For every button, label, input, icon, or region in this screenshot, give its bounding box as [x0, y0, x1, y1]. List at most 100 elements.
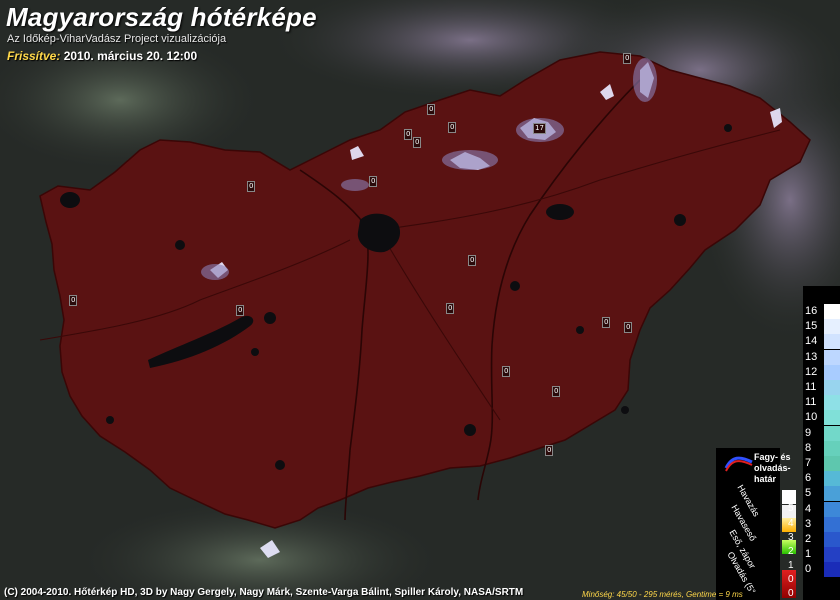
scale-value: 11	[805, 396, 817, 409]
station-marker[interactable]: 0	[468, 255, 477, 266]
station-marker[interactable]: 0	[446, 303, 455, 314]
page-subtitle: Az Időkép-ViharVadász Project vizualizác…	[7, 33, 227, 45]
scale-swatch	[824, 334, 840, 350]
scale-swatch	[824, 319, 840, 335]
scale-value: 10	[805, 411, 818, 424]
city	[175, 240, 185, 250]
updated-label: Frissítve:	[7, 49, 61, 63]
scale-row: 6	[803, 471, 840, 487]
scale-row: 4	[803, 501, 840, 517]
scale-swatch	[824, 364, 840, 380]
scale-value: 1	[805, 548, 812, 561]
station-marker[interactable]: 0	[404, 129, 413, 140]
scale-value: 4	[805, 502, 812, 515]
station-marker[interactable]: 0	[427, 104, 436, 115]
legend-num: 5	[788, 490, 794, 501]
city	[106, 416, 114, 424]
scale-swatch	[824, 562, 840, 578]
scale-row: 11	[803, 395, 840, 411]
scale-row: 2	[803, 532, 840, 547]
legend-num: 0	[788, 574, 794, 585]
map-stage: Magyarország hótérképe Az Időkép-ViharVa…	[0, 0, 840, 600]
city	[576, 326, 584, 334]
credits-text: (C) 2004-2010. Hőtérkép HD, 3D by Nagy G…	[4, 587, 524, 598]
scale-row: 7	[803, 456, 840, 471]
station-marker[interactable]: 0	[602, 317, 611, 328]
scale-swatch	[824, 456, 840, 471]
scale-value: 15	[805, 320, 818, 333]
city	[674, 214, 686, 226]
scale-row: 14	[803, 334, 840, 350]
snow-depth-scale: 16 15 14 13 12 11 11 10 9 8 7 6 5 4 3 2 1 0	[803, 286, 840, 600]
scale-value: 3	[805, 517, 812, 530]
scale-row: 8	[803, 440, 840, 456]
station-marker[interactable]: 0	[623, 53, 632, 64]
scale-swatch	[824, 410, 840, 426]
station-marker[interactable]: 0	[247, 181, 256, 192]
scale-value: 0	[805, 563, 812, 576]
station-marker[interactable]: 0	[413, 137, 422, 148]
station-marker[interactable]: 0	[69, 295, 78, 306]
legend-num: 0	[788, 588, 794, 599]
station-marker[interactable]: 0	[236, 305, 245, 316]
scale-row: 12	[803, 364, 840, 380]
legend-num: 4	[788, 518, 794, 529]
scale-value: 6	[805, 472, 812, 485]
scale-row: 1	[803, 547, 840, 563]
city	[275, 460, 285, 470]
scale-row: 0	[803, 562, 840, 578]
station-marker[interactable]: 0	[502, 366, 511, 377]
updated-value: 2010. március 20. 12:00	[63, 49, 198, 63]
city	[251, 348, 259, 356]
scale-value: 2	[805, 533, 812, 545]
legend-num: 1	[788, 560, 794, 571]
scale-value: 5	[805, 487, 812, 500]
station-marker[interactable]: 0	[369, 176, 378, 187]
legend-num: 2	[788, 546, 794, 557]
scale-row: 3	[803, 516, 840, 532]
scale-value: 7	[805, 457, 812, 469]
legend-num: 3	[788, 532, 794, 543]
scale-value: 11	[805, 381, 817, 393]
scale-swatch	[824, 516, 840, 532]
quality-text: Minőség: 45/50 - 295 mérés, Gentime = 9 …	[582, 590, 743, 599]
scale-swatch	[824, 471, 840, 487]
station-marker[interactable]: 0	[624, 322, 633, 333]
lake-tisza	[546, 204, 574, 220]
scale-swatch	[824, 380, 840, 395]
scale-swatch	[824, 440, 840, 456]
scale-swatch	[824, 532, 840, 547]
station-marker[interactable]: 17	[533, 123, 546, 134]
station-marker[interactable]: 0	[545, 445, 554, 456]
station-marker[interactable]: 0	[552, 386, 561, 397]
city	[264, 312, 276, 324]
city	[464, 424, 476, 436]
frost-line-icon	[724, 456, 753, 472]
frost-line-label: Fagy- és olvadás- határ	[754, 452, 791, 485]
update-timestamp: Frissítve: 2010. március 20. 12:00	[7, 49, 197, 63]
legend-num: 5	[788, 503, 794, 514]
scale-swatch	[824, 395, 840, 411]
station-marker[interactable]: 0	[448, 122, 457, 133]
scale-swatch	[824, 547, 840, 563]
frost-label-line: olvadás-	[754, 463, 791, 473]
scale-row: 13	[803, 349, 840, 365]
scale-swatch	[824, 501, 840, 517]
scale-row: 9	[803, 425, 840, 441]
scale-value: 9	[805, 426, 812, 439]
scale-value: 8	[805, 441, 812, 454]
frost-label-line: Fagy- és	[754, 452, 791, 462]
scale-swatch	[824, 304, 840, 319]
city	[621, 406, 629, 414]
city	[724, 124, 732, 132]
scale-row: 16	[803, 304, 840, 319]
scale-row: 10	[803, 410, 840, 426]
scale-value: 14	[805, 335, 818, 348]
scale-value: 12	[805, 365, 818, 378]
scale-row: 15	[803, 319, 840, 335]
scale-value: 16	[805, 305, 818, 317]
lake-ferto	[60, 192, 80, 208]
scale-row: 11	[803, 380, 840, 395]
scale-swatch	[824, 349, 840, 365]
scale-swatch	[824, 486, 840, 502]
